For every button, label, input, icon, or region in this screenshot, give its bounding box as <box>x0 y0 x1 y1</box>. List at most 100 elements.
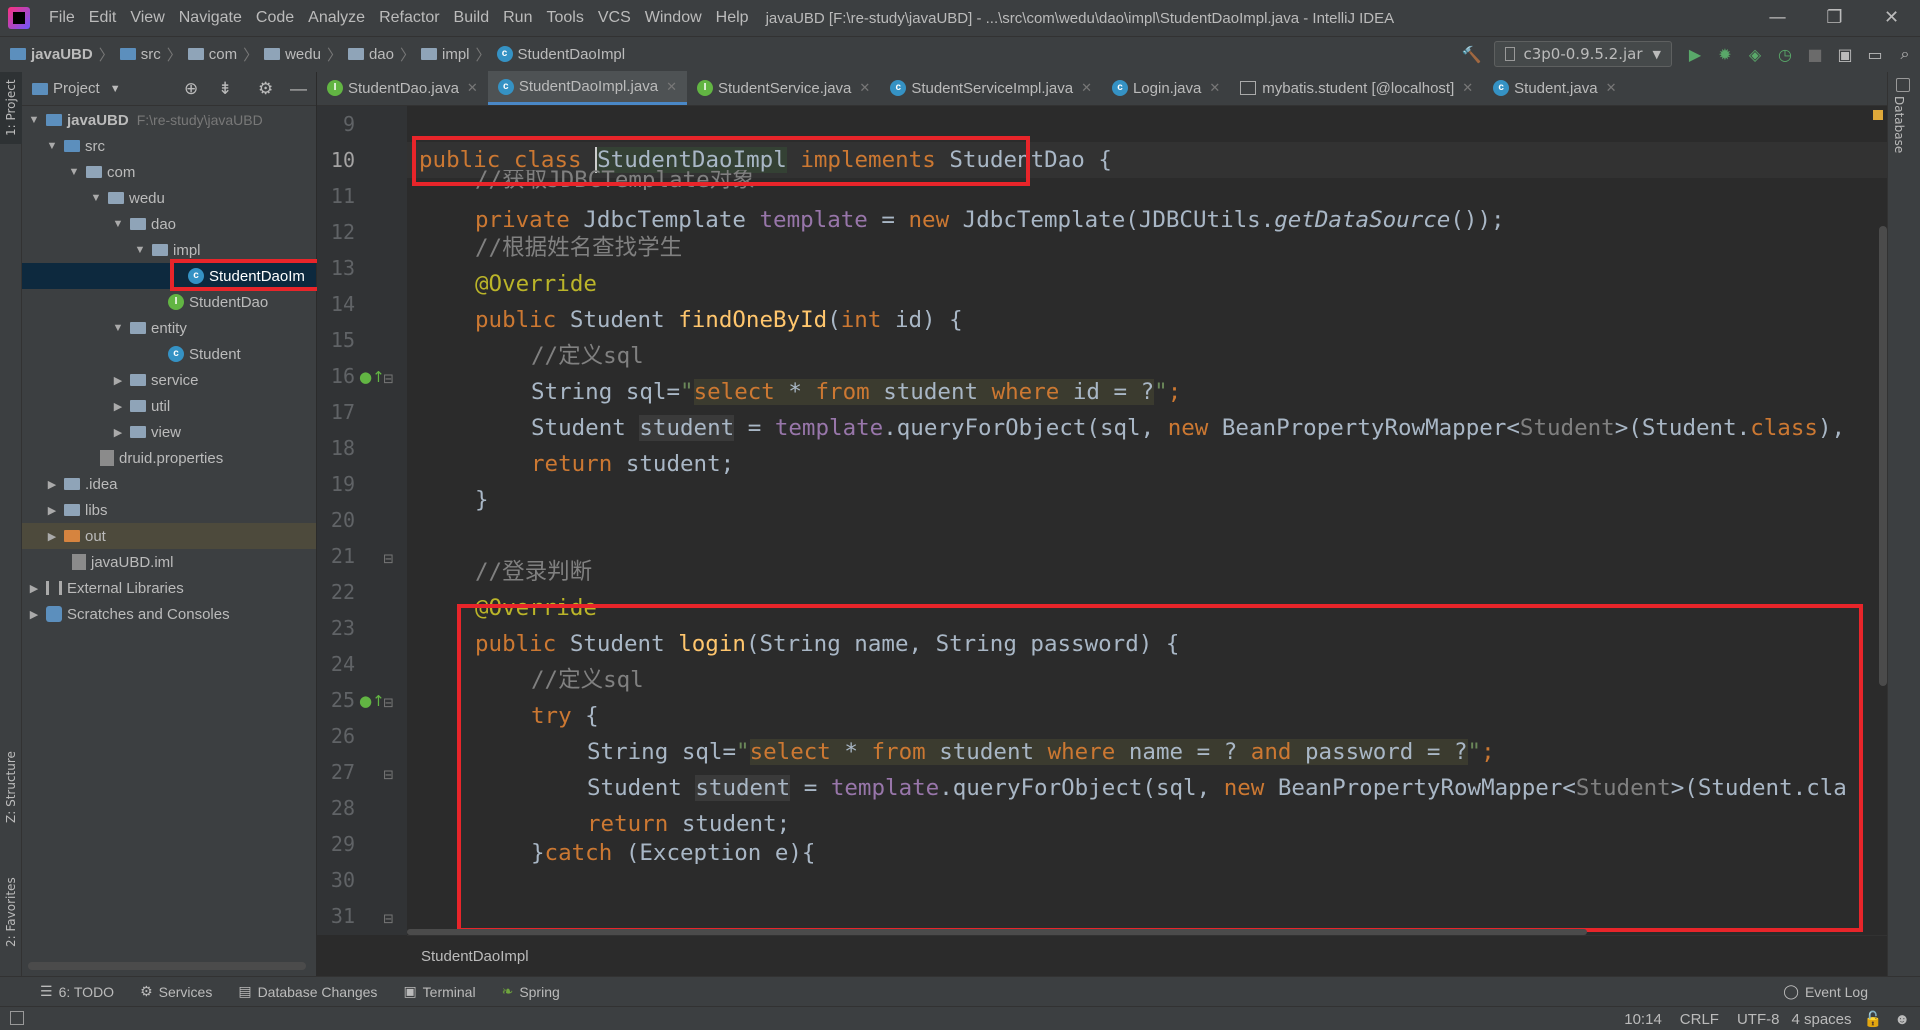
tab-student[interactable]: c Student.java ✕ <box>1483 71 1626 105</box>
tool-tab-project[interactable]: 1: Project <box>0 72 22 144</box>
run-configuration-select[interactable]: c3p0-0.9.5.2.jar ▼ <box>1494 41 1672 67</box>
restore-button[interactable]: ❐ <box>1806 0 1863 36</box>
tab-studentserviceimpl[interactable]: c StudentServiceImpl.java ✕ <box>880 71 1102 105</box>
tool-button-services[interactable]: ⚙ Services <box>140 983 212 1000</box>
menu-refactor[interactable]: Refactor <box>372 9 446 27</box>
gear-icon[interactable]: ⚙ <box>258 79 273 99</box>
coverage-icon[interactable]: ◈ <box>1740 45 1770 64</box>
implements-marker-icon[interactable]: ●↑ <box>359 692 385 710</box>
tree-node-entity[interactable]: ▼ entity <box>22 315 316 341</box>
tree-node-src[interactable]: ▼ src <box>22 133 316 159</box>
breadcrumb-wedu[interactable]: wedu <box>285 46 321 63</box>
tree-node-druid-properties[interactable]: druid.properties <box>22 445 316 471</box>
tool-tab-favorites[interactable]: 2: Favorites <box>0 857 22 967</box>
fold-icon[interactable]: ⊟ <box>383 552 394 567</box>
stop-icon[interactable]: ■ <box>1800 45 1830 64</box>
tool-button-todo[interactable]: ☰ 6: TODO <box>40 983 114 1000</box>
implements-marker-icon[interactable]: ●↑ <box>359 368 385 386</box>
close-tab-icon[interactable]: ✕ <box>1081 80 1092 96</box>
minimize-button[interactable]: — <box>1749 0 1806 36</box>
tree-node-dao[interactable]: ▼ dao <box>22 211 316 237</box>
menu-tools[interactable]: Tools <box>539 9 590 27</box>
close-tab-icon[interactable]: ✕ <box>1606 80 1617 96</box>
menu-code[interactable]: Code <box>249 9 301 27</box>
menu-file[interactable]: File <box>42 9 82 27</box>
tree-node-view[interactable]: ▶ view <box>22 419 316 445</box>
locate-icon[interactable]: ⊕ <box>184 79 198 99</box>
fold-icon[interactable]: ⊟ <box>383 768 394 783</box>
fold-icon[interactable]: ⊟ <box>383 912 394 927</box>
tree-node-out[interactable]: ▶ out <box>22 523 316 549</box>
menu-view[interactable]: View <box>123 9 171 27</box>
close-window-button[interactable]: ✕ <box>1863 0 1920 36</box>
tree-node-scratches[interactable]: ▶ Scratches and Consoles <box>22 601 316 627</box>
menu-navigate[interactable]: Navigate <box>172 9 249 27</box>
project-structure-icon[interactable]: ▣ <box>1830 45 1860 64</box>
tool-button-event-log[interactable]: ◯ Event Log <box>1783 983 1868 1000</box>
menu-help[interactable]: Help <box>709 9 756 27</box>
tool-button-database-changes[interactable]: ▤ Database Changes <box>238 983 377 1000</box>
menu-vcs[interactable]: VCS <box>591 9 638 27</box>
lock-icon[interactable]: 🔓 <box>1864 1010 1883 1028</box>
hide-panel-icon[interactable]: — <box>290 79 307 99</box>
editor-breadcrumb-class[interactable]: StudentDaoImpl <box>421 948 529 965</box>
fold-icon[interactable]: ⊟ <box>383 696 394 711</box>
project-hscrollbar[interactable] <box>28 962 306 970</box>
tree-node-service[interactable]: ▶ service <box>22 367 316 393</box>
tree-node-wedu[interactable]: ▼ wedu <box>22 185 316 211</box>
tree-node-javaubd-iml[interactable]: javaUBD.iml <box>22 549 316 575</box>
close-tab-icon[interactable]: ✕ <box>859 80 870 96</box>
tree-node-studentdao[interactable]: I StudentDao <box>22 289 316 315</box>
close-tab-icon[interactable]: ✕ <box>1462 80 1473 96</box>
chevron-down-icon[interactable]: ▼ <box>110 83 121 95</box>
code-editor[interactable]: public class StudentDaoImpl implements S… <box>407 106 1887 935</box>
indent-setting[interactable]: 4 spaces <box>1791 1011 1851 1028</box>
file-encoding[interactable]: UTF-8 <box>1737 1011 1780 1028</box>
project-view-select[interactable]: Project <box>53 80 100 97</box>
tab-studentdaoimpl[interactable]: c StudentDaoImpl.java ✕ <box>487 71 687 105</box>
editor-vscrollbar[interactable] <box>1879 226 1887 686</box>
menu-run[interactable]: Run <box>496 9 539 27</box>
menu-window[interactable]: Window <box>638 9 709 27</box>
close-tab-icon[interactable]: ✕ <box>1209 80 1220 96</box>
tree-node-util[interactable]: ▶ util <box>22 393 316 419</box>
inspector-icon[interactable]: ☻ <box>1894 1011 1910 1028</box>
caret-position[interactable]: 10:14 <box>1624 1011 1662 1028</box>
build-hammer-icon[interactable]: 🔨 <box>1456 45 1486 64</box>
tab-studentdao[interactable]: I StudentDao.java ✕ <box>317 71 488 105</box>
tree-node-com[interactable]: ▼ com <box>22 159 316 185</box>
tree-node-idea[interactable]: ▶ .idea <box>22 471 316 497</box>
run-icon[interactable]: ▶ <box>1680 45 1710 64</box>
tab-login[interactable]: c Login.java ✕ <box>1102 71 1230 105</box>
close-tab-icon[interactable]: ✕ <box>666 79 677 95</box>
profile-icon[interactable]: ◷ <box>1770 45 1800 64</box>
tab-studentservice[interactable]: I StudentService.java ✕ <box>687 71 880 105</box>
tab-mybatis-student[interactable]: mybatis.student [@localhost] ✕ <box>1230 71 1483 105</box>
debug-icon[interactable]: ✹ <box>1710 45 1740 64</box>
tool-tab-database[interactable]: Database <box>1892 96 1906 153</box>
breadcrumb-dao[interactable]: dao <box>369 46 394 63</box>
tool-tab-structure[interactable]: Z: Structure <box>0 732 22 842</box>
menu-build[interactable]: Build <box>447 9 497 27</box>
breadcrumb-javaubd[interactable]: javaUBD <box>31 46 93 63</box>
collapse-all-icon[interactable]: ⇟ <box>218 79 232 99</box>
tree-node-external-libraries[interactable]: ▶ External Libraries <box>22 575 316 601</box>
fold-icon[interactable]: ⊟ <box>383 372 394 387</box>
tree-node-student[interactable]: c Student <box>22 341 316 367</box>
search-icon[interactable]: ⌕ <box>1890 44 1920 64</box>
breadcrumb-src[interactable]: src <box>141 46 161 63</box>
menu-analyze[interactable]: Analyze <box>301 9 372 27</box>
tool-button-spring[interactable]: ❧ Spring <box>502 983 560 1000</box>
layout-icon[interactable]: ▭ <box>1860 45 1890 64</box>
tool-button-terminal[interactable]: ▣ Terminal <box>403 983 475 1000</box>
inspection-status-icon[interactable] <box>1873 110 1883 120</box>
breadcrumb-studentdaoimpl[interactable]: StudentDaoImpl <box>518 46 626 63</box>
close-tab-icon[interactable]: ✕ <box>467 80 478 96</box>
toggle-tool-windows-icon[interactable] <box>10 1011 24 1025</box>
menu-edit[interactable]: Edit <box>82 9 124 27</box>
line-separator[interactable]: CRLF <box>1680 1011 1719 1028</box>
breadcrumb-com[interactable]: com <box>209 46 237 63</box>
tree-node-javaubd[interactable]: ▼ javaUBD F:\re-study\javaUBD <box>22 107 316 133</box>
breadcrumb-impl[interactable]: impl <box>442 46 470 63</box>
tree-node-libs[interactable]: ▶ libs <box>22 497 316 523</box>
